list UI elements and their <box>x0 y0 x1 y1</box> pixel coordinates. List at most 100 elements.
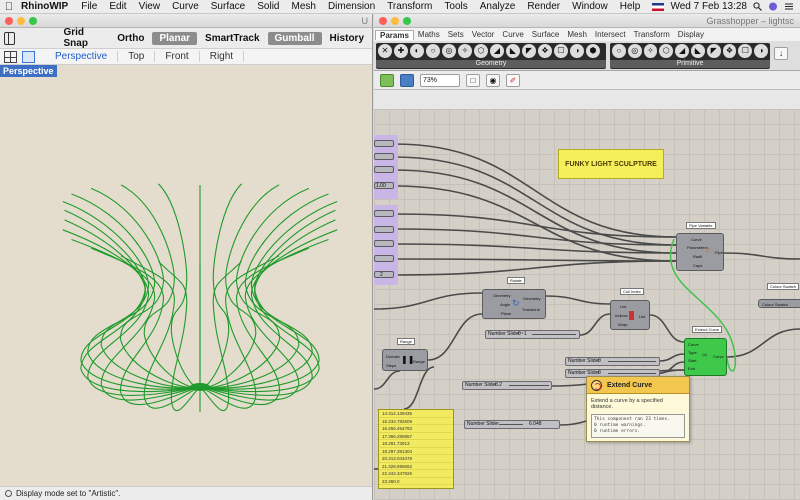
rotate-input-geometry[interactable]: Geometry <box>493 293 511 298</box>
menu-view[interactable]: View <box>133 1 167 12</box>
ribbon-component-0-7-icon[interactable]: ◢ <box>490 44 504 58</box>
range-input-steps[interactable]: Steps <box>386 363 396 368</box>
slider-2-value[interactable]: 0 <box>598 358 601 365</box>
grid-snap-toggle[interactable]: Grid Snap <box>55 27 109 49</box>
rotate-input-angle[interactable]: Angle <box>500 302 510 307</box>
pipe-variable-component[interactable]: Curve Parameters Radii Caps ✓ Pipe <box>676 233 724 271</box>
slider-1-value[interactable]: 0~1 <box>518 331 526 338</box>
title-panel[interactable]: FUNKY LIGHT SCULPTURE <box>558 149 664 179</box>
menu-file[interactable]: File <box>75 1 103 12</box>
perspective-viewport[interactable]: Perspective <box>0 65 372 493</box>
gh-canvas[interactable]: 1.00 2 FUNKY LIGHT SCULPTURE Pipe Variab… <box>374 109 800 500</box>
zoom-extents-icon[interactable]: □ <box>466 73 480 87</box>
extend-curve-component[interactable]: Curve Type Start End ∞ Curve <box>684 338 727 376</box>
input-param-9[interactable]: 2 <box>374 271 394 278</box>
sculpture-curve-5[interactable] <box>199 229 338 396</box>
sculpture-curve-21[interactable] <box>62 229 201 396</box>
sculpture-hub[interactable] <box>190 383 210 391</box>
ribbon-component-0-0-icon[interactable]: ✕ <box>378 44 392 58</box>
zoom-select[interactable]: 73% <box>420 73 460 87</box>
number-slider-2[interactable]: Number Slider 0 <box>565 357 660 366</box>
slider-1-track[interactable] <box>532 334 576 335</box>
lamp-sculpture-curves[interactable] <box>0 65 372 493</box>
ribbon-component-0-4-icon[interactable]: ◎ <box>442 44 456 58</box>
ribbon-component-1-0-icon[interactable]: ○ <box>612 44 626 58</box>
menu-transform[interactable]: Transform <box>381 1 438 12</box>
menu-help[interactable]: Help <box>614 1 647 12</box>
close-window-button[interactable] <box>5 16 13 25</box>
clock[interactable]: Wed 7 Feb 13:28 <box>670 1 747 12</box>
sculpture-curve-15[interactable] <box>120 184 201 389</box>
menu-edit[interactable]: Edit <box>103 1 132 12</box>
cull-output-list[interactable]: List <box>639 314 645 319</box>
input-param-6[interactable] <box>374 226 394 233</box>
uk-flag-icon[interactable] <box>652 2 665 11</box>
pipe-output[interactable]: Pipe <box>715 250 723 255</box>
open-file-icon[interactable] <box>380 73 394 87</box>
menu-render[interactable]: Render <box>521 1 566 12</box>
ribbon-component-1-9-icon[interactable]: ◑ <box>754 44 768 58</box>
slider-4-track[interactable] <box>509 385 549 386</box>
sculpture-curve-11[interactable] <box>199 184 280 389</box>
tab-mesh[interactable]: Mesh <box>563 30 591 39</box>
extend-input-curve[interactable]: Curve <box>688 342 699 347</box>
input-param-2[interactable] <box>374 153 394 160</box>
tab-perspective[interactable]: Perspective <box>45 51 119 62</box>
tab-front[interactable]: Front <box>155 51 200 62</box>
sculpture-curve-14[interactable] <box>158 183 201 388</box>
number-slider-4[interactable]: Number Slider 0.2 <box>462 381 552 390</box>
ribbon-component-1-4-icon[interactable]: ◢ <box>675 44 689 58</box>
menu-surface[interactable]: Surface <box>205 1 251 12</box>
planar-toggle[interactable]: Planar <box>152 31 198 45</box>
sketch-pen-icon[interactable]: ✐ <box>506 73 520 87</box>
slider-5-track[interactable] <box>499 424 523 425</box>
range-output[interactable]: Range <box>413 359 425 364</box>
gh-zoom-button[interactable] <box>403 16 411 25</box>
tab-sets[interactable]: Sets <box>444 30 468 39</box>
single-viewport-icon[interactable] <box>22 50 35 63</box>
pipe-input-caps[interactable]: Caps <box>693 263 702 268</box>
cull-index-component[interactable]: List Indices Wrap List <box>610 300 650 330</box>
command-icon[interactable] <box>5 490 12 497</box>
save-file-icon[interactable] <box>400 73 414 87</box>
ribbon-component-0-2-icon[interactable]: ◐ <box>410 44 424 58</box>
extend-input-end[interactable]: End <box>688 366 695 371</box>
menu-analyze[interactable]: Analyze <box>474 1 522 12</box>
range-component[interactable]: Domain Steps ❚❚ Range <box>382 349 428 371</box>
tab-transform[interactable]: Transform <box>630 30 674 39</box>
tab-right[interactable]: Right <box>200 51 245 62</box>
ribbon-component-1-3-icon[interactable]: ⬡ <box>659 44 674 58</box>
ribbon-component-1-6-icon[interactable]: ◤ <box>706 44 721 58</box>
sidebar-toggle-icon[interactable] <box>4 31 16 45</box>
input-param-3[interactable] <box>374 166 394 173</box>
ribbon-component-1-8-icon[interactable]: ☐ <box>738 44 753 58</box>
cull-input-indices[interactable]: Indices <box>615 313 628 318</box>
ribbon-component-1-2-icon[interactable]: ✧ <box>643 44 658 58</box>
preview-eye-icon[interactable]: ◉ <box>486 73 500 87</box>
slider-5-value[interactable]: 6.048 <box>529 421 542 428</box>
extend-output-curve[interactable]: Curve <box>713 354 724 359</box>
number-slider-5[interactable]: Number Slider 6.048 <box>464 420 560 429</box>
four-viewport-icon[interactable] <box>4 50 17 63</box>
colour-swatch-component[interactable]: Colour Swatch <box>758 299 800 308</box>
tab-vector[interactable]: Vector <box>468 30 499 39</box>
apple-icon[interactable]:  <box>0 1 18 13</box>
sculpture-curve-6[interactable] <box>199 219 336 393</box>
primitive-group-label[interactable]: Primitive <box>610 60 770 68</box>
viewport-label[interactable]: Perspective <box>0 65 57 77</box>
menu-window[interactable]: Window <box>566 1 614 12</box>
app-menu[interactable]: RhinoWIP <box>18 1 75 12</box>
ribbon-component-0-11-icon[interactable]: ☐ <box>554 44 568 58</box>
ribbon-component-1-5-icon[interactable]: ◣ <box>690 44 705 58</box>
minimize-window-button[interactable] <box>17 16 25 25</box>
menu-tools[interactable]: Tools <box>438 1 473 12</box>
tab-display[interactable]: Display <box>674 30 708 39</box>
menu-mesh[interactable]: Mesh <box>285 1 321 12</box>
gh-close-button[interactable] <box>379 16 387 25</box>
ribbon-component-1-7-icon[interactable]: ❖ <box>722 44 737 58</box>
range-values-panel[interactable]: 14.314.139435 15.234.782609 16.256.454783 1… <box>378 409 454 489</box>
sculpture-curve-12[interactable] <box>199 183 242 388</box>
pipe-input-radii[interactable]: Radii <box>693 254 702 259</box>
ribbon-component-0-12-icon[interactable]: ◑ <box>570 44 584 58</box>
notification-center-icon[interactable] <box>784 2 794 11</box>
